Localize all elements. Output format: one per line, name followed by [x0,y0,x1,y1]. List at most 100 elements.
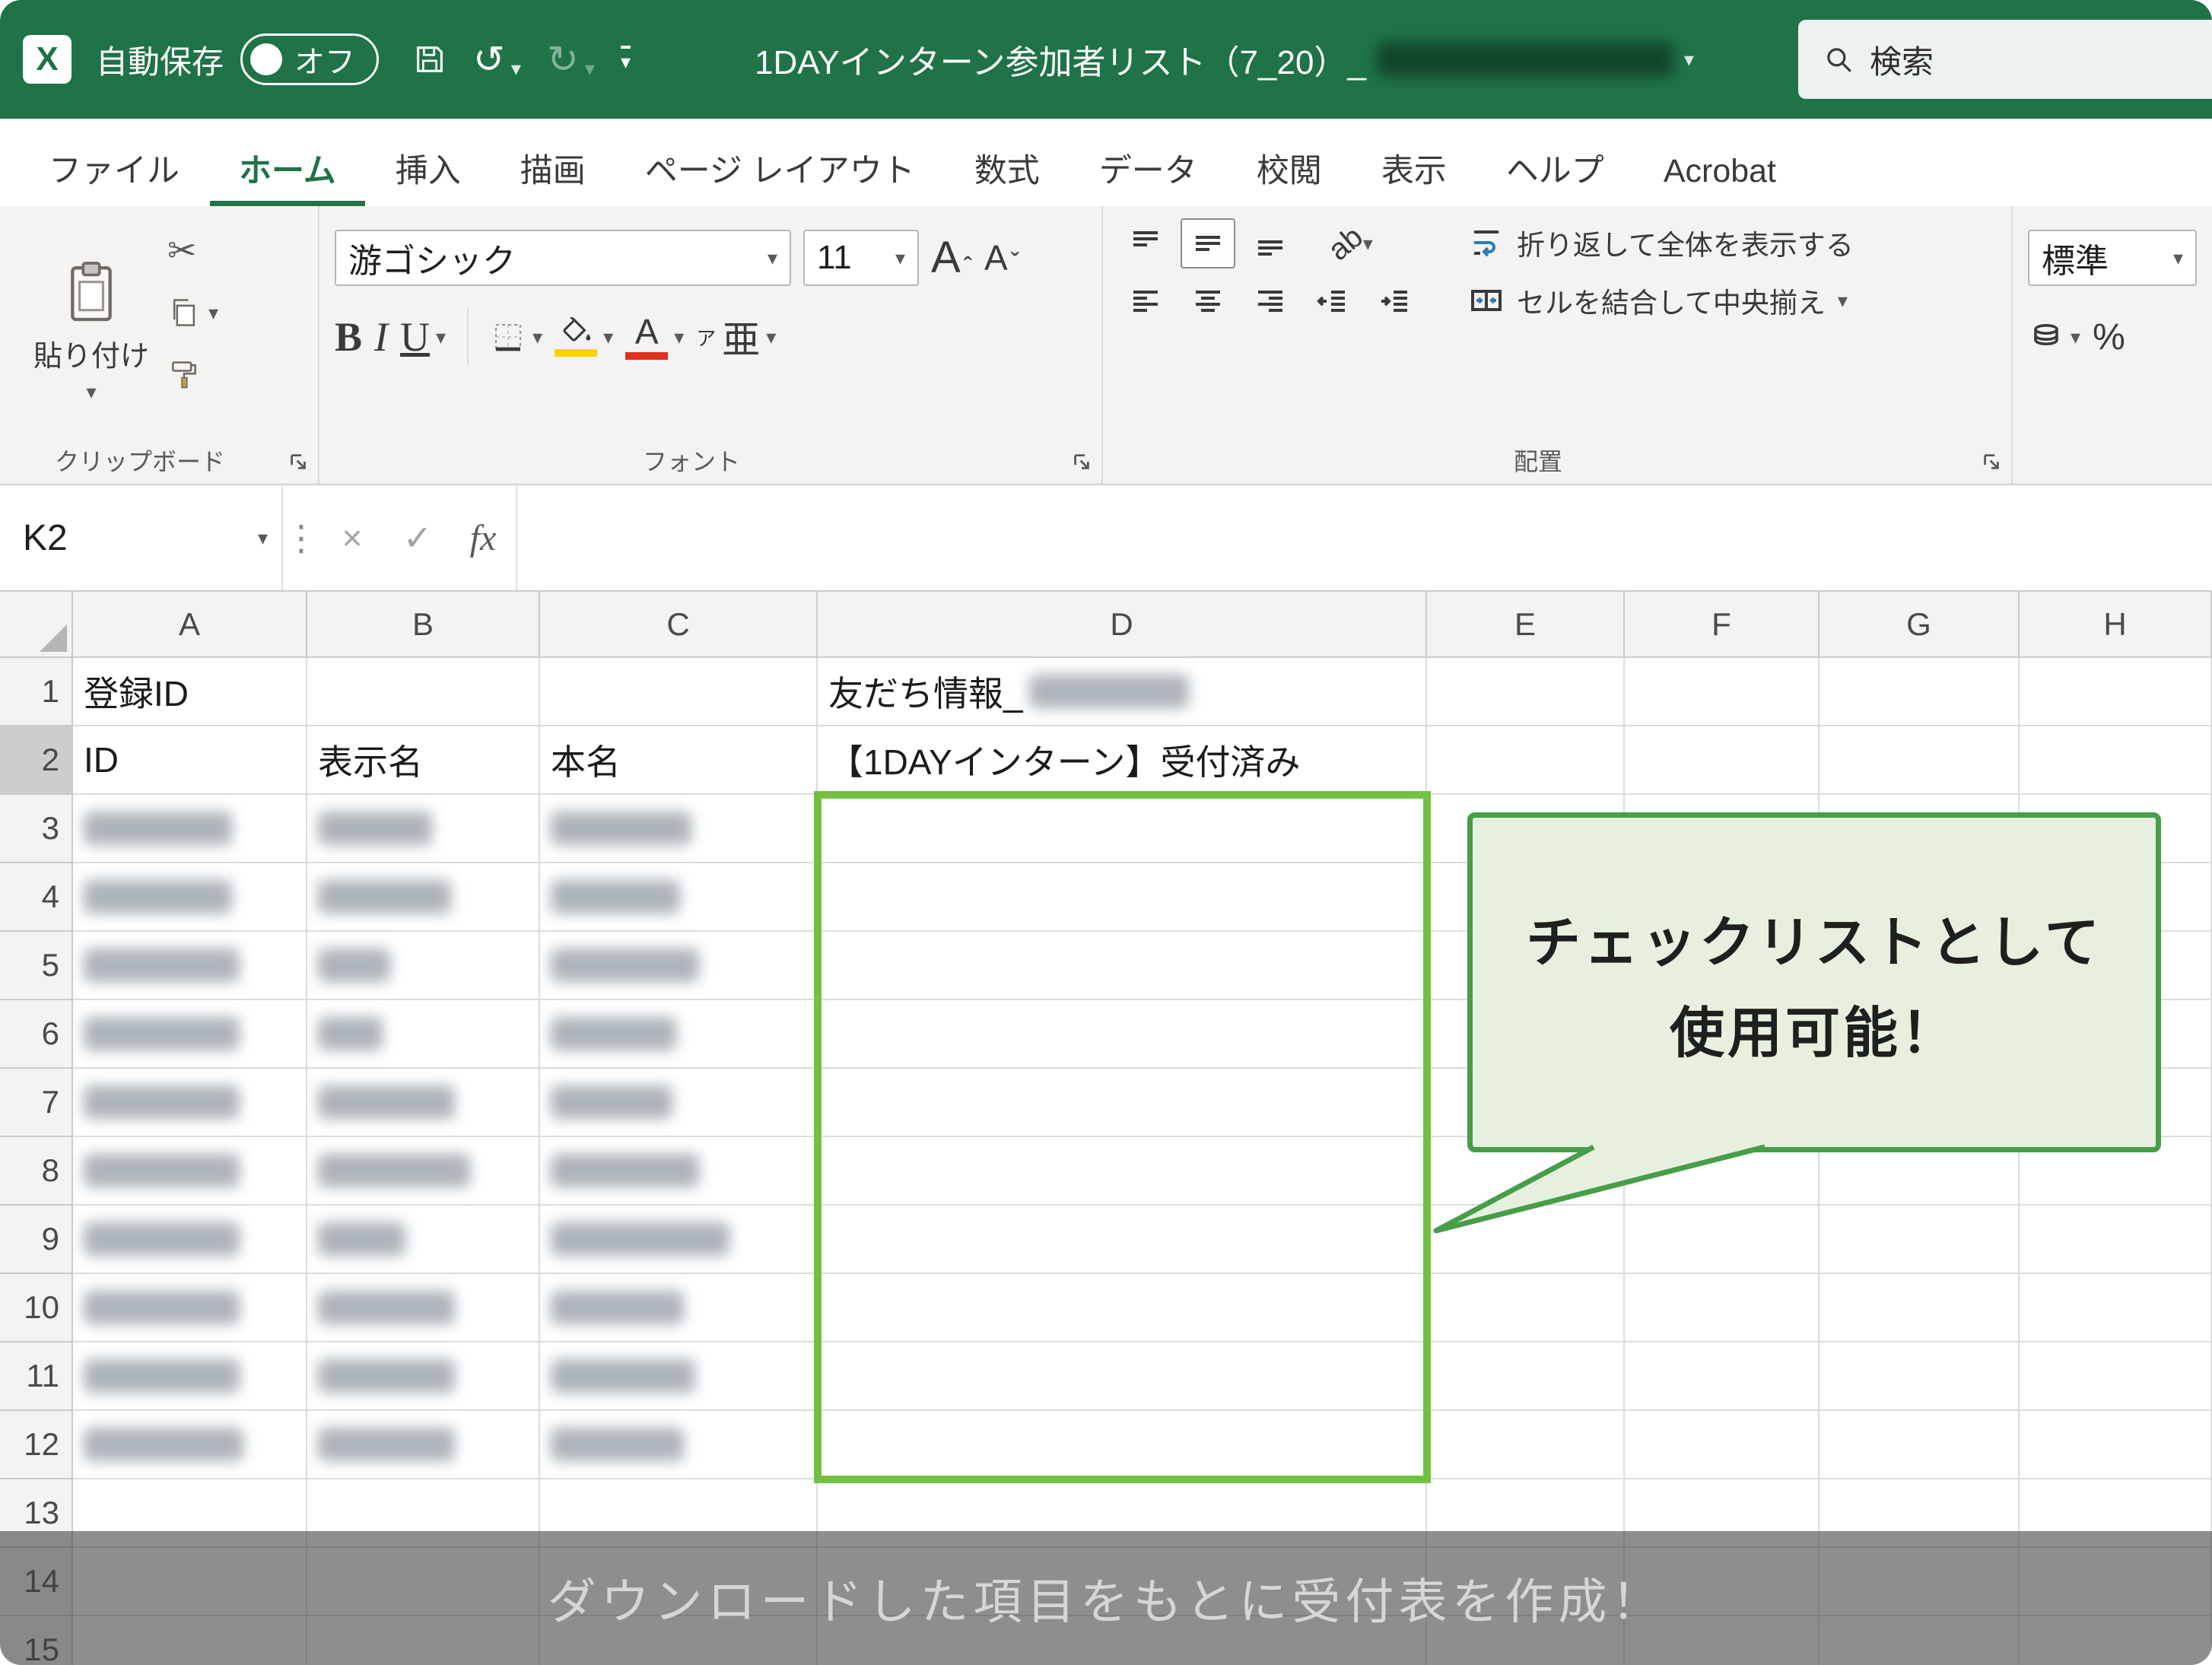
row-header-3[interactable]: 3 [0,795,73,863]
tab-review[interactable]: 校閲 [1228,137,1351,206]
cell-D5[interactable] [818,932,1427,1000]
redo-button[interactable]: ↻ ▾ [547,40,595,78]
column-header-C[interactable]: C [540,592,818,658]
dialog-launcher-icon[interactable] [288,451,309,476]
cell-A12[interactable] [73,1411,307,1479]
column-header-A[interactable]: A [73,592,307,658]
cell-H1[interactable] [2020,658,2212,726]
cell-B12[interactable] [307,1411,540,1479]
cell-B4[interactable] [307,863,540,932]
cell-B5[interactable] [307,932,540,1000]
cell-C4[interactable] [540,863,818,932]
undo-button[interactable]: ↺ ▾ [473,40,521,78]
cell-C7[interactable] [540,1069,818,1137]
column-header-D[interactable]: D [818,592,1427,658]
percent-style-button[interactable]: % [2093,316,2125,358]
cell-A1[interactable]: 登録ID [73,658,307,726]
cell-A2[interactable]: ID [73,726,307,795]
cell-D4[interactable] [818,863,1427,932]
formula-input[interactable] [516,485,2212,590]
cell-F10[interactable] [1625,1274,1819,1342]
tab-help[interactable]: ヘルプ [1477,137,1633,206]
cell-F2[interactable] [1625,726,1819,795]
orientation-button[interactable]: ab ▾ [1305,218,1397,268]
chevron-down-icon[interactable]: ▾ [603,327,613,347]
chevron-down-icon[interactable]: ▾ [532,327,542,347]
cell-E9[interactable] [1427,1206,1625,1274]
autosave-toggle[interactable]: オフ [240,33,379,85]
accounting-format-button[interactable]: ▾ [2028,319,2080,355]
decrease-font-size-button[interactable]: A ˇ [984,240,1019,275]
cell-C6[interactable] [540,1000,818,1069]
decrease-indent-button[interactable] [1305,278,1360,328]
wrap-text-button[interactable]: 折り返して全体を表示する [1468,218,1854,267]
insert-function-icon[interactable]: fx [450,485,516,590]
tab-file[interactable]: ファイル [20,137,208,206]
paste-button[interactable]: 貼り付け ▾ [15,218,167,441]
select-all-button[interactable] [0,592,73,658]
enter-icon[interactable]: ✓ [385,485,450,590]
phonetic-guide-button[interactable]: ア 亜 ▾ [696,310,776,364]
cell-B2[interactable]: 表示名 [307,726,540,795]
cell-H11[interactable] [2020,1342,2212,1411]
cell-D10[interactable] [818,1274,1427,1342]
cell-B8[interactable] [307,1137,540,1206]
tab-view[interactable]: 表示 [1352,137,1476,206]
chevron-down-icon[interactable]: ▾ [766,327,776,347]
fill-color-button[interactable]: ▾ [555,317,613,357]
cell-B3[interactable] [307,795,540,863]
cell-D8[interactable] [818,1137,1427,1206]
document-title[interactable]: 1DAYインターン参加者リスト（7_20）_ ▾ [650,35,1798,84]
cell-G12[interactable] [1819,1411,2020,1479]
row-header-12[interactable]: 12 [0,1411,73,1479]
column-header-B[interactable]: B [307,592,540,658]
row-header-10[interactable]: 10 [0,1274,73,1342]
name-box[interactable]: K2 ▾ [0,485,283,590]
cell-B7[interactable] [307,1069,540,1137]
cell-B11[interactable] [307,1342,540,1411]
tab-acrobat[interactable]: Acrobat [1635,137,1805,206]
align-right-button[interactable] [1243,278,1298,328]
cell-C10[interactable] [540,1274,818,1342]
row-header-1[interactable]: 1 [0,658,73,726]
tab-formulas[interactable]: 数式 [946,137,1069,206]
tab-insert[interactable]: 挿入 [367,137,490,206]
cell-D3[interactable] [818,795,1427,863]
dialog-launcher-icon[interactable] [1071,451,1092,476]
cell-A9[interactable] [73,1206,307,1274]
format-painter-button[interactable] [167,351,218,399]
search-box[interactable]: 検索 [1798,20,2212,99]
chevron-down-icon[interactable]: ▾ [1838,291,1848,310]
chevron-down-icon[interactable]: ▾ [2071,327,2080,347]
cancel-icon[interactable]: × [319,485,385,590]
align-bottom-button[interactable] [1243,218,1298,268]
quick-access-customize-icon[interactable]: ▾ [621,46,631,74]
merge-center-button[interactable]: セルを結合して中央揃え ▾ [1468,276,1854,325]
row-header-2[interactable]: 2 [0,726,73,795]
cell-A7[interactable] [73,1069,307,1137]
cell-D12[interactable] [818,1411,1427,1479]
tab-page-layout[interactable]: ページ レイアウト [616,137,944,206]
tab-data[interactable]: データ [1070,137,1226,206]
row-header-6[interactable]: 6 [0,1000,73,1069]
tab-home[interactable]: ホーム [210,137,365,206]
bold-button[interactable]: B [335,313,362,361]
cell-E10[interactable] [1427,1274,1625,1342]
cell-G10[interactable] [1819,1274,2020,1342]
italic-button[interactable]: I [374,313,388,361]
cell-D9[interactable] [818,1206,1427,1274]
cell-E11[interactable] [1427,1342,1625,1411]
cell-G1[interactable] [1819,658,2020,726]
cell-E2[interactable] [1427,726,1625,795]
chevron-down-icon[interactable]: ▾ [436,327,446,347]
align-top-button[interactable] [1118,218,1173,268]
align-center-button[interactable] [1181,278,1235,328]
number-format-select[interactable]: 標準 ▾ [2028,230,2197,286]
increase-font-size-button[interactable]: A ˆ [931,236,972,280]
row-header-4[interactable]: 4 [0,863,73,932]
cell-D11[interactable] [818,1342,1427,1411]
cell-H2[interactable] [2020,726,2212,795]
chevron-down-icon[interactable]: ▾ [1684,49,1694,69]
cell-C8[interactable] [540,1137,818,1206]
font-color-button[interactable]: A ▾ [625,314,684,360]
